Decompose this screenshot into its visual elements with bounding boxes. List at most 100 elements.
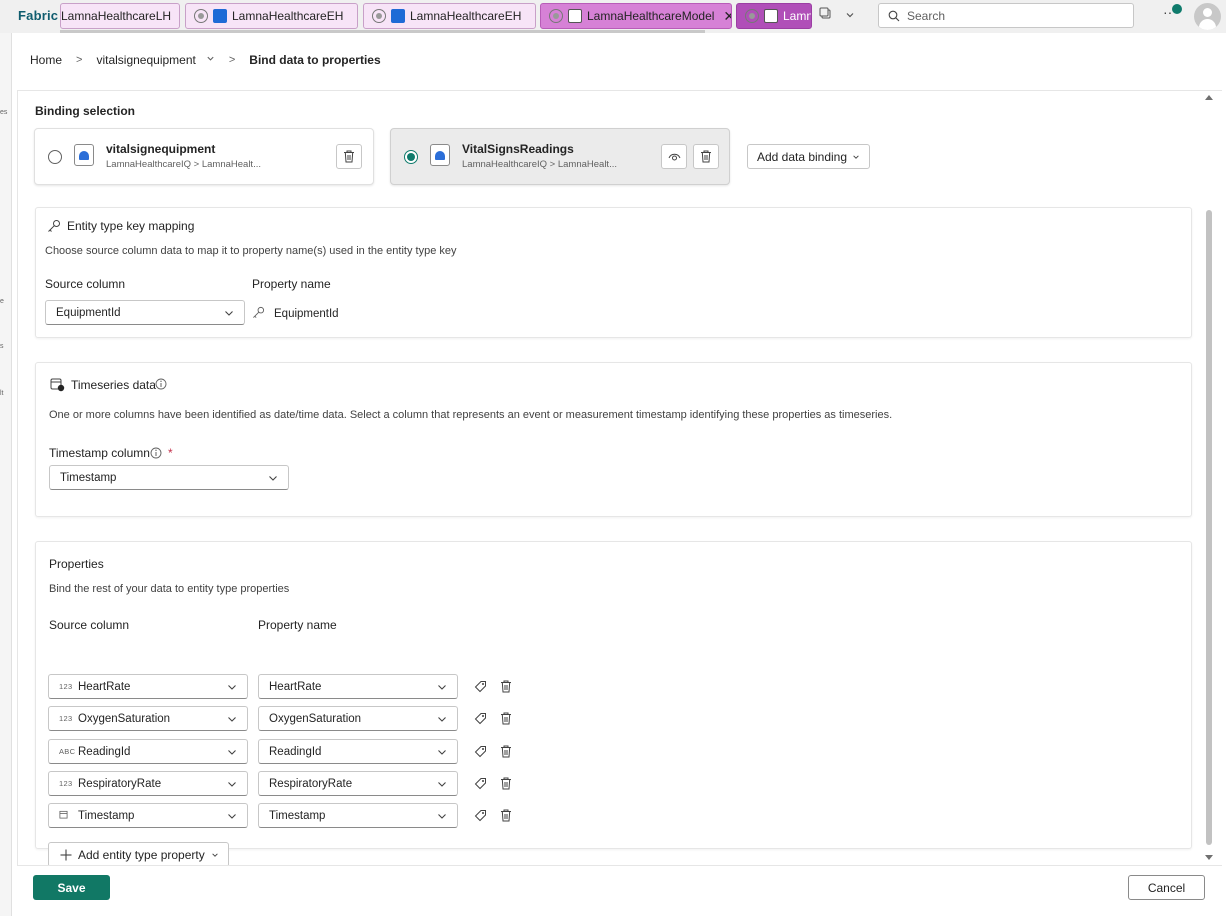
- scroll-down-icon[interactable]: [1205, 855, 1213, 860]
- search-placeholder: Search: [907, 8, 946, 23]
- data-type-badge: 123: [59, 714, 73, 723]
- property-source-dropdown[interactable]: 123 RespiratoryRate: [48, 771, 248, 796]
- binding-card-vitalsignequipment[interactable]: vitalsignequipment LamnaHealthcareIQ > L…: [34, 128, 374, 185]
- dropdown-value: ReadingId: [78, 745, 131, 758]
- binding-card-vitalsignsreadings[interactable]: VitalSignsReadings LamnaHealthcareIQ > L…: [390, 128, 730, 185]
- binding-radio[interactable]: [48, 150, 62, 164]
- property-name-dropdown[interactable]: RespiratoryRate: [258, 771, 458, 796]
- timestamp-column-dropdown[interactable]: Timestamp: [49, 465, 289, 490]
- delete-binding-button[interactable]: [336, 144, 362, 169]
- tab-lamn[interactable]: Lamn: [736, 3, 812, 29]
- scroll-thumb[interactable]: [1206, 210, 1212, 845]
- avatar[interactable]: [1194, 3, 1221, 30]
- binding-name: VitalSignsReadings: [462, 142, 574, 156]
- property-tag-button[interactable]: [472, 807, 488, 823]
- key-icon: [253, 306, 265, 318]
- key-mapping-description: Choose source column data to map it to p…: [45, 245, 457, 257]
- breadcrumb-current: Bind data to properties: [249, 53, 381, 67]
- info-icon[interactable]: [150, 447, 162, 459]
- source-column-header: Source column: [45, 277, 126, 291]
- properties-description: Bind the rest of your data to entity typ…: [49, 583, 290, 595]
- dropdown-value: Timestamp: [78, 809, 135, 822]
- property-source-dropdown[interactable]: Timestamp: [48, 803, 248, 828]
- timeseries-icon: [50, 378, 65, 392]
- scroll-up-icon[interactable]: [1205, 95, 1213, 100]
- presence-status-icon: [1172, 4, 1182, 14]
- chevron-down-icon: [228, 782, 236, 787]
- plus-icon: [60, 849, 72, 860]
- property-tag-button[interactable]: [472, 743, 488, 759]
- dropdown-value: RespiratoryRate: [78, 777, 162, 790]
- workspace-icon: [549, 9, 563, 23]
- key-source-column-dropdown[interactable]: EquipmentId: [45, 300, 245, 325]
- binding-radio[interactable]: [404, 150, 418, 164]
- dropdown-value: Timestamp: [60, 471, 117, 484]
- chevron-down-icon: [438, 685, 446, 690]
- tab-lamnahealthcareeh-2[interactable]: LamnaHealthcareEH: [363, 3, 536, 29]
- properties-title: Properties: [49, 557, 104, 571]
- property-tag-button[interactable]: [472, 710, 488, 726]
- chevron-down-icon: [225, 311, 233, 316]
- trash-icon: [344, 150, 354, 163]
- tab-lamnahealthcarelh[interactable]: LamnaHealthcareLH: [60, 3, 180, 29]
- eventhouse-icon: [213, 9, 227, 23]
- workspace-icon: [372, 9, 386, 23]
- more-icon[interactable]: ··: [1163, 4, 1172, 20]
- dropdown-value: RespiratoryRate: [269, 777, 353, 790]
- dropdown-value: OxygenSaturation: [78, 712, 171, 725]
- chevron-down-icon: [438, 782, 446, 787]
- delete-property-button[interactable]: [498, 678, 514, 694]
- property-name-dropdown[interactable]: HeartRate: [258, 674, 458, 699]
- delete-property-button[interactable]: [498, 807, 514, 823]
- binding-selection-title: Binding selection: [35, 104, 136, 118]
- property-source-dropdown[interactable]: ABC ReadingId: [48, 739, 248, 764]
- property-tag-button[interactable]: [472, 678, 488, 694]
- timestamp-column-text: Timestamp column: [49, 446, 150, 460]
- delete-property-button[interactable]: [498, 743, 514, 759]
- delete-binding-button[interactable]: [693, 144, 719, 169]
- tab-label: LamnaHealthcareModel: [587, 9, 715, 23]
- save-button[interactable]: Save: [33, 875, 110, 900]
- chevron-down-icon: [228, 717, 236, 722]
- tag-icon: [474, 745, 486, 757]
- chevron-down-icon: [269, 476, 277, 481]
- tab-lamnahealthcaremodel[interactable]: LamnaHealthcareModel ✕: [540, 3, 732, 29]
- chevron-down-icon[interactable]: [840, 6, 860, 26]
- top-bar: Fabric LamnaHealthcareLH LamnaHealthcare…: [0, 0, 1226, 33]
- property-name-dropdown[interactable]: OxygenSaturation: [258, 706, 458, 731]
- left-rail: es e s lt: [0, 33, 11, 916]
- tag-icon: [474, 809, 486, 821]
- tab-label: Lamn: [783, 9, 812, 23]
- property-name-dropdown[interactable]: Timestamp: [258, 803, 458, 828]
- info-icon[interactable]: [155, 378, 167, 390]
- delete-property-button[interactable]: [498, 710, 514, 726]
- property-source-dropdown[interactable]: 123 OxygenSaturation: [48, 706, 248, 731]
- rail-fragment: e: [0, 298, 4, 305]
- eventhouse-table-icon: [74, 144, 94, 166]
- trash-icon: [501, 809, 511, 821]
- panel-scrollbar[interactable]: [1204, 92, 1214, 863]
- chevron-down-icon: [438, 814, 446, 819]
- add-data-binding-button[interactable]: Add data binding: [747, 144, 870, 169]
- key-mapping-section: Entity type key mapping Choose source co…: [35, 207, 1192, 338]
- brand-name[interactable]: Fabric: [18, 8, 58, 23]
- property-tag-button[interactable]: [472, 775, 488, 791]
- breadcrumb-entity[interactable]: vitalsignequipment: [96, 53, 195, 67]
- add-entity-type-property-button[interactable]: Add entity type property: [48, 842, 229, 865]
- search-input[interactable]: Search: [878, 3, 1134, 28]
- close-icon[interactable]: ✕: [723, 8, 731, 25]
- tab-lamnahealthcareeh-1[interactable]: LamnaHealthcareEH: [185, 3, 358, 29]
- cancel-button[interactable]: Cancel: [1128, 875, 1205, 900]
- key-mapping-title: Entity type key mapping: [67, 219, 195, 233]
- preview-binding-button[interactable]: [661, 144, 687, 169]
- source-column-header: Source column: [49, 618, 130, 632]
- search-icon: [888, 10, 900, 21]
- workspace-icon: [745, 9, 759, 23]
- chevron-down-icon[interactable]: [206, 54, 215, 66]
- breadcrumb-home[interactable]: Home: [30, 53, 62, 67]
- property-name-dropdown[interactable]: ReadingId: [258, 739, 458, 764]
- dropdown-value: OxygenSaturation: [269, 712, 362, 725]
- property-source-dropdown[interactable]: 123 HeartRate: [48, 674, 248, 699]
- delete-property-button[interactable]: [498, 775, 514, 791]
- copy-icon[interactable]: [815, 6, 835, 26]
